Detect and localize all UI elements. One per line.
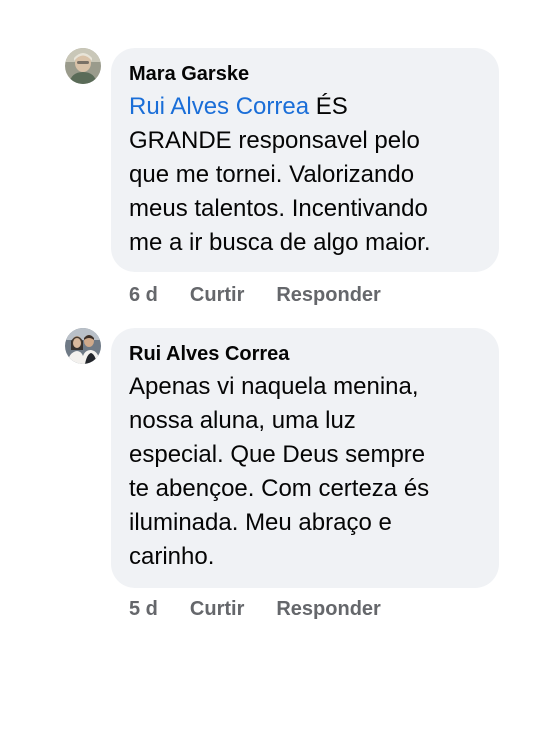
comment-text-line: que me tornei. Valorizando: [129, 161, 415, 188]
like-button[interactable]: Curtir: [190, 284, 244, 307]
comment-text-line: me a ir busca de algo maior.: [129, 229, 431, 256]
comment-text-line: carinho.: [129, 543, 215, 570]
comment-text-line: nossa aluna, uma luz: [129, 407, 356, 434]
comment-text-line: GRANDE responsavel pelo: [129, 127, 420, 154]
reply-button[interactable]: Responder: [276, 284, 380, 307]
comment-text-line: iluminada. Meu abraço e: [129, 509, 392, 536]
comment-text-segment: ÉS: [309, 93, 348, 120]
comment-author[interactable]: Mara Garske: [129, 62, 481, 86]
reply-button[interactable]: Responder: [276, 598, 380, 621]
avatar[interactable]: [65, 48, 101, 84]
comment-text-line: especial. Que Deus sempre: [129, 441, 426, 468]
comment-text: Apenas vi naquela menina, nossa aluna, u…: [129, 370, 481, 574]
comment-text-line: te abençoe. Com certeza és: [129, 475, 430, 502]
comment-text-line: meus talentos. Incentivando: [129, 195, 428, 222]
comment-bubble: Mara Garske Rui Alves Correa ÉS GRANDE r…: [111, 48, 499, 272]
avatar[interactable]: [65, 328, 101, 364]
comment-timestamp[interactable]: 5 d: [129, 598, 158, 621]
comment-author[interactable]: Rui Alves Correa: [129, 342, 481, 366]
user-avatar-photo-icon: [65, 328, 101, 364]
comment-text: Rui Alves Correa ÉS GRANDE responsavel p…: [129, 90, 481, 260]
comment-text-line: Apenas vi naquela menina,: [129, 373, 419, 400]
like-button[interactable]: Curtir: [190, 598, 244, 621]
mention-link[interactable]: Rui Alves Correa: [129, 93, 309, 120]
comment-bubble: Rui Alves Correa Apenas vi naquela menin…: [111, 328, 499, 588]
user-avatar-photo-icon: [65, 48, 101, 84]
comment-actions: 5 d Curtir Responder: [129, 598, 381, 621]
comment-timestamp[interactable]: 6 d: [129, 284, 158, 307]
comment-actions: 6 d Curtir Responder: [129, 284, 381, 307]
